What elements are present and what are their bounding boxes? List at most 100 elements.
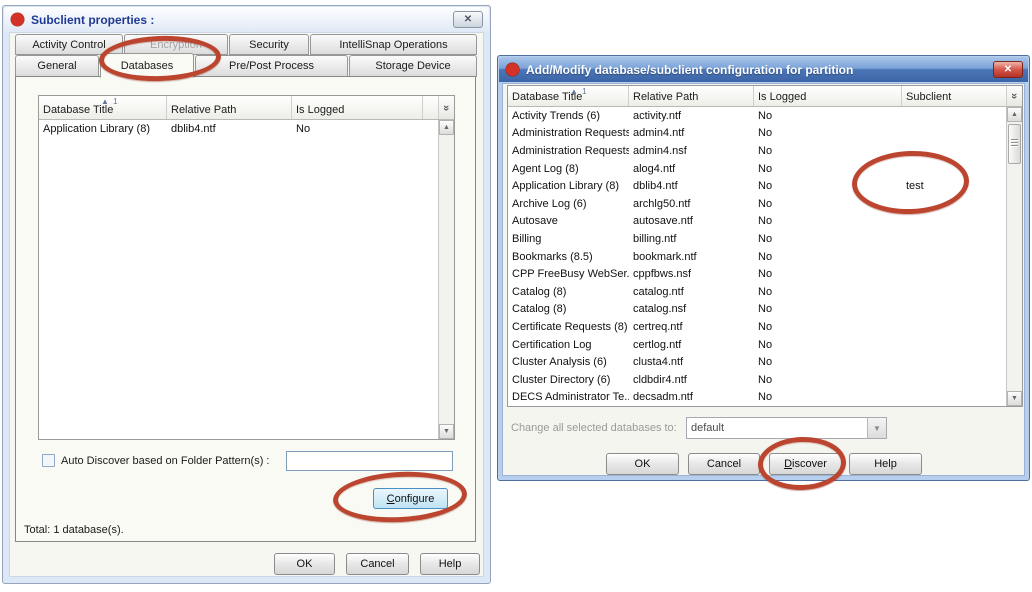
tab-storage-device[interactable]: Storage Device: [349, 55, 477, 77]
vertical-scrollbar[interactable]: ▲ ▼: [1006, 107, 1022, 406]
column-chooser-button[interactable]: »: [438, 96, 454, 119]
table-cell: No: [754, 391, 902, 403]
table-row[interactable]: Cluster Analysis (6)clusta4.ntfNo: [508, 353, 1006, 371]
subclient-dropdown[interactable]: default ▼: [686, 417, 887, 439]
table-row[interactable]: Activity Trends (6)activity.ntfNo: [508, 107, 1006, 125]
table-cell: No: [754, 215, 902, 227]
table-row[interactable]: Catalog (8)catalog.ntfNo: [508, 283, 1006, 301]
column-header-relative-path[interactable]: Relative Path: [167, 96, 292, 119]
table-cell: Cluster Directory (6): [508, 374, 629, 386]
table-cell: Autosave: [508, 215, 629, 227]
scroll-up-icon[interactable]: ▲: [439, 120, 454, 135]
table-cell: decsadm.ntf: [629, 391, 754, 403]
table-cell: Certification Log: [508, 339, 629, 351]
table-cell: certreq.ntf: [629, 321, 754, 333]
total-label: Total: 1 database(s).: [24, 524, 124, 536]
table-header-row: ▲ 1 Database Title Relative Path Is Logg…: [508, 86, 1022, 107]
title-bar[interactable]: Add/Modify database/subclient configurat…: [499, 57, 1028, 82]
table-cell: Application Library (8): [39, 123, 167, 135]
table-cell: Billing: [508, 233, 629, 245]
close-icon[interactable]: ✕: [993, 61, 1023, 78]
title-bar[interactable]: Subclient properties : ✕: [4, 7, 489, 32]
help-button[interactable]: Help: [420, 553, 480, 575]
table-cell: alog4.ntf: [629, 163, 754, 175]
table-cell: No: [754, 339, 902, 351]
cancel-button[interactable]: Cancel: [346, 553, 409, 575]
table-cell: No: [292, 123, 423, 135]
auto-discover-checkbox[interactable]: [42, 454, 55, 467]
ok-button[interactable]: OK: [606, 453, 679, 475]
table-row[interactable]: Cluster Directory (6)cldbdir4.ntfNo: [508, 371, 1006, 389]
table-cell: admin4.nsf: [629, 145, 754, 157]
table-cell: No: [754, 110, 902, 122]
column-header-database-title[interactable]: ▲ 1 Database Title: [508, 86, 629, 106]
table-row[interactable]: Application Library (8)dblib4.ntfNo: [39, 120, 438, 138]
table-row[interactable]: Bookmarks (8.5)bookmark.ntfNo: [508, 248, 1006, 266]
table-cell: No: [754, 356, 902, 368]
table-row[interactable]: Autosaveautosave.ntfNo: [508, 213, 1006, 231]
column-header-is-logged[interactable]: Is Logged: [292, 96, 423, 119]
table-cell: cppfbws.nsf: [629, 268, 754, 280]
table-cell: autosave.ntf: [629, 215, 754, 227]
table-row[interactable]: Certificate Requests (8)certreq.ntfNo: [508, 318, 1006, 336]
column-header-is-logged[interactable]: Is Logged: [754, 86, 902, 106]
double-chevron-icon: »: [441, 104, 453, 110]
table-row[interactable]: CPP FreeBusy WebSer...cppfbws.nsfNo: [508, 265, 1006, 283]
table-cell: DECS Administrator Te...: [508, 391, 629, 403]
sort-indicator: ▲ 1: [570, 87, 588, 96]
screenshot-stage: Subclient properties : ✕ Activity Contro…: [0, 0, 1032, 592]
cancel-button[interactable]: Cancel: [688, 453, 760, 475]
column-header-relative-path[interactable]: Relative Path: [629, 86, 754, 106]
table-cell: Application Library (8): [508, 180, 629, 192]
table-row[interactable]: Catalog (8)catalog.nsfNo: [508, 301, 1006, 319]
table-row[interactable]: Administration Requestsadmin4.ntfNo: [508, 125, 1006, 143]
databases-table: ▲ 1 Database Title Relative Path Is Logg…: [38, 95, 455, 440]
table-cell: Bookmarks (8.5): [508, 251, 629, 263]
table-row[interactable]: Certification Logcertlog.ntfNo: [508, 336, 1006, 354]
sort-indicator: ▲ 1: [101, 97, 119, 106]
tab-general[interactable]: General: [15, 55, 99, 77]
dialog-title: Add/Modify database/subclient configurat…: [526, 63, 853, 77]
table-cell: Catalog (8): [508, 286, 629, 298]
table-cell: Archive Log (6): [508, 198, 629, 210]
table-cell: bookmark.ntf: [629, 251, 754, 263]
column-header-database-title[interactable]: ▲ 1 Database Title: [39, 96, 167, 119]
vertical-scrollbar[interactable]: ▲ ▼: [438, 120, 454, 439]
table-header-row: ▲ 1 Database Title Relative Path Is Logg…: [39, 96, 454, 120]
column-header-subclient[interactable]: Subclient: [902, 86, 1006, 106]
table-cell: catalog.ntf: [629, 286, 754, 298]
app-logo-icon: [10, 12, 25, 27]
auto-discover-label: Auto Discover based on Folder Pattern(s)…: [61, 455, 269, 467]
change-all-label: Change all selected databases to:: [511, 422, 677, 434]
tab-security[interactable]: Security: [229, 34, 309, 55]
table-body: Application Library (8)dblib4.ntfNo: [39, 120, 438, 439]
scroll-up-icon[interactable]: ▲: [1007, 107, 1022, 122]
column-chooser-button[interactable]: »: [1006, 86, 1022, 106]
table-cell: dblib4.ntf: [167, 123, 292, 135]
scrollbar-thumb[interactable]: [1008, 124, 1021, 164]
chevron-down-icon: ▼: [867, 418, 886, 438]
close-icon[interactable]: ✕: [453, 11, 483, 28]
help-button[interactable]: Help: [849, 453, 922, 475]
table-cell: No: [754, 251, 902, 263]
table-cell: No: [754, 268, 902, 280]
folder-pattern-input[interactable]: [286, 451, 453, 471]
table-cell: Administration Requests: [508, 145, 629, 157]
table-cell: No: [754, 127, 902, 139]
dialog-title: Subclient properties :: [31, 13, 154, 27]
tab-intellisnap-operations[interactable]: IntelliSnap Operations: [310, 34, 477, 55]
table-row[interactable]: DECS Administrator Te...decsadm.ntfNo: [508, 389, 1006, 407]
scroll-down-icon[interactable]: ▼: [1007, 391, 1022, 406]
table-row[interactable]: Billingbilling.ntfNo: [508, 230, 1006, 248]
table-cell: dblib4.ntf: [629, 180, 754, 192]
table-cell: No: [754, 321, 902, 333]
double-chevron-icon: »: [1009, 93, 1021, 99]
table-cell: No: [754, 233, 902, 245]
scroll-down-icon[interactable]: ▼: [439, 424, 454, 439]
configuration-table: ▲ 1 Database Title Relative Path Is Logg…: [507, 85, 1023, 407]
table-cell: No: [754, 374, 902, 386]
ok-button[interactable]: OK: [274, 553, 335, 575]
table-cell: archlg50.ntf: [629, 198, 754, 210]
table-cell: activity.ntf: [629, 110, 754, 122]
table-cell: billing.ntf: [629, 233, 754, 245]
